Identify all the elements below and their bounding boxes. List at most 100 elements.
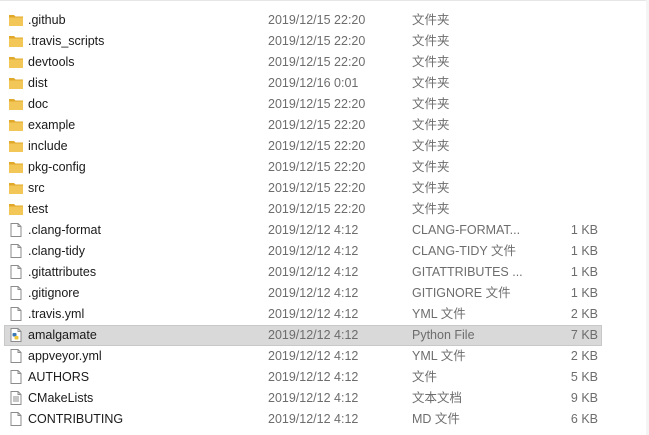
file-type: 文本文档 (412, 391, 463, 405)
file-date-modified: 2019/12/12 4:12 (268, 307, 359, 321)
file-row[interactable]: pkg-config 2019/12/15 22:20 文件夹 (4, 157, 602, 178)
file-row[interactable]: include 2019/12/15 22:20 文件夹 (4, 136, 602, 157)
file-size (530, 73, 598, 94)
file-type: 文件夹 (412, 13, 450, 27)
file-icon (8, 346, 26, 367)
file-type: CLANG-FORMAT... (412, 223, 521, 237)
file-type: CLANG-TIDY 文件 (412, 244, 516, 258)
file-size (530, 115, 598, 136)
file-name: .gitattributes (28, 265, 97, 279)
file-type: 文件夹 (412, 97, 450, 111)
folder-icon (8, 31, 26, 52)
file-size (530, 178, 598, 199)
file-icon (8, 262, 26, 283)
file-row[interactable]: .clang-format 2019/12/12 4:12 CLANG-FORMAT… (4, 220, 602, 241)
file-name: .gitignore (28, 286, 80, 300)
file-type: 文件 (412, 370, 438, 384)
file-date-modified: 2019/12/15 22:20 (268, 118, 366, 132)
file-size: 2 KB (570, 349, 598, 363)
file-icon (8, 241, 26, 262)
file-date-modified: 2019/12/12 4:12 (268, 286, 359, 300)
file-date-modified: 2019/12/12 4:12 (268, 265, 359, 279)
file-date-modified: 2019/12/15 22:20 (268, 202, 366, 216)
file-size (530, 31, 598, 52)
file-row[interactable]: amalgamate 2019/12/12 4:12 Python File 7 KB (4, 325, 602, 346)
file-date-modified: 2019/12/12 4:12 (268, 223, 359, 237)
file-name: appveyor.yml (28, 349, 102, 363)
file-name: src (28, 181, 45, 195)
file-name: .travis.yml (28, 307, 85, 321)
folder-icon (8, 73, 26, 94)
file-date-modified: 2019/12/12 4:12 (268, 370, 359, 384)
file-row[interactable]: .github 2019/12/15 22:20 文件夹 (4, 10, 602, 31)
file-row[interactable]: CMakeLists 2019/12/12 4:12 文本文档 9 KB (4, 388, 602, 409)
file-type: 文件夹 (412, 139, 450, 153)
folder-icon (8, 157, 26, 178)
file-date-modified: 2019/12/12 4:12 (268, 412, 359, 426)
file-name: include (28, 139, 68, 153)
file-type: 文件夹 (412, 76, 450, 90)
file-date-modified: 2019/12/12 4:12 (268, 391, 359, 405)
file-date-modified: 2019/12/15 22:20 (268, 160, 366, 174)
file-row[interactable]: .travis.yml 2019/12/12 4:12 YML 文件 2 KB (4, 304, 602, 325)
file-size: 7 KB (570, 328, 598, 342)
file-size: 6 KB (570, 412, 598, 426)
file-size (530, 157, 598, 178)
file-size (530, 199, 598, 220)
file-size: 1 KB (570, 223, 598, 237)
file-size (530, 94, 598, 115)
file-name: devtools (28, 55, 75, 69)
file-name: doc (28, 97, 49, 111)
file-icon (8, 409, 26, 430)
file-name: .clang-tidy (28, 244, 85, 258)
file-name: CONTRIBUTING (28, 412, 124, 426)
folder-icon (8, 10, 26, 31)
file-date-modified: 2019/12/15 22:20 (268, 139, 366, 153)
file-date-modified: 2019/12/16 0:01 (268, 76, 359, 90)
file-row[interactable]: test 2019/12/15 22:20 文件夹 (4, 199, 602, 220)
file-size: 2 KB (570, 307, 598, 321)
file-size: 1 KB (570, 286, 598, 300)
file-type: 文件夹 (412, 34, 450, 48)
file-size: 1 KB (570, 265, 598, 279)
folder-icon (8, 199, 26, 220)
file-row[interactable]: example 2019/12/15 22:20 文件夹 (4, 115, 602, 136)
file-name: pkg-config (28, 160, 86, 174)
file-icon (8, 304, 26, 325)
file-type: MD 文件 (412, 412, 460, 426)
file-row[interactable]: doc 2019/12/15 22:20 文件夹 (4, 94, 602, 115)
file-name: AUTHORS (28, 370, 90, 384)
file-type: GITIGNORE 文件 (412, 286, 511, 300)
file-name: dist (28, 76, 48, 90)
file-row[interactable]: .clang-tidy 2019/12/12 4:12 CLANG-TIDY 文件 1… (4, 241, 602, 262)
file-row[interactable]: CONTRIBUTING 2019/12/12 4:12 MD 文件 6 KB (4, 409, 602, 430)
folder-icon (8, 52, 26, 73)
file-size (530, 52, 598, 73)
file-size (530, 10, 598, 31)
file-date-modified: 2019/12/15 22:20 (268, 34, 366, 48)
file-name: .clang-format (28, 223, 101, 237)
python-file-icon (8, 325, 26, 346)
file-type: GITATTRIBUTES ... (412, 265, 523, 279)
file-date-modified: 2019/12/15 22:20 (268, 13, 366, 27)
file-date-modified: 2019/12/15 22:20 (268, 181, 366, 195)
file-icon (8, 220, 26, 241)
file-type: Python File (412, 328, 475, 342)
file-row[interactable]: AUTHORS 2019/12/12 4:12 文件 5 KB (4, 367, 602, 388)
folder-icon (8, 136, 26, 157)
file-icon (8, 367, 26, 388)
file-row[interactable]: devtools 2019/12/15 22:20 文件夹 (4, 52, 602, 73)
folder-icon (8, 94, 26, 115)
file-row[interactable]: dist 2019/12/16 0:01 文件夹 (4, 73, 602, 94)
file-row[interactable]: src 2019/12/15 22:20 文件夹 (4, 178, 602, 199)
file-row[interactable]: appveyor.yml 2019/12/12 4:12 YML 文件 2 KB (4, 346, 602, 367)
file-type: 文件夹 (412, 202, 450, 216)
file-size: 5 KB (570, 370, 598, 384)
top-divider (0, 0, 649, 1)
file-row[interactable]: .gitignore 2019/12/12 4:12 GITIGNORE 文件 1 K… (4, 283, 602, 304)
file-type: 文件夹 (412, 118, 450, 132)
file-row[interactable]: .gitattributes 2019/12/12 4:12 GITATTRIBUT… (4, 262, 602, 283)
file-type: 文件夹 (412, 160, 450, 174)
file-row[interactable]: .travis_scripts 2019/12/15 22:20 文件夹 (4, 31, 602, 52)
file-name: .travis_scripts (28, 34, 105, 48)
